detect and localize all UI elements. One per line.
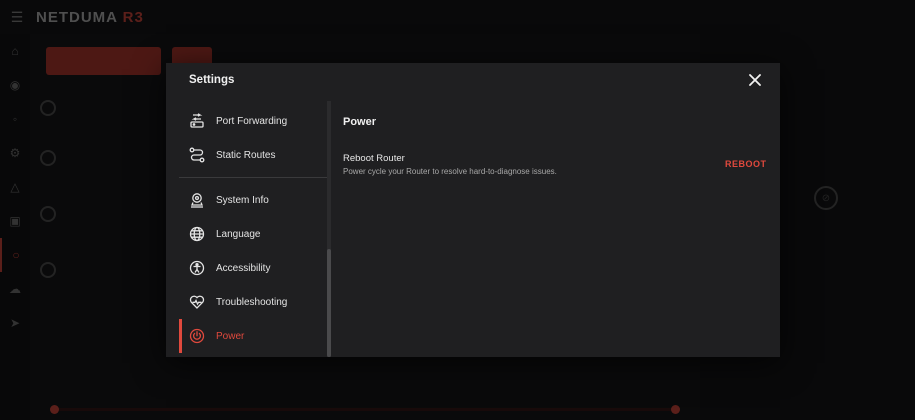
accessibility-icon <box>188 259 206 277</box>
menu-scrollbar[interactable] <box>327 101 331 357</box>
reboot-button[interactable]: REBOOT <box>725 159 767 169</box>
menu-item-label: Troubleshooting <box>216 296 288 308</box>
menu-item-accessibility[interactable]: Accessibility <box>179 251 329 285</box>
static-routes-icon <box>188 146 206 164</box>
dialog-title: Settings <box>189 74 235 86</box>
menu-item-label: Power <box>216 330 245 342</box>
heart-pulse-icon <box>188 293 206 311</box>
system-info-icon <box>188 191 206 209</box>
close-icon <box>749 74 761 86</box>
port-forwarding-icon <box>188 112 206 130</box>
section-title: Power <box>343 116 377 128</box>
menu-item-system-info[interactable]: System Info <box>179 183 329 217</box>
menu-item-port-forwarding[interactable]: Port Forwarding <box>179 104 329 138</box>
settings-dialog: Settings Port Forwarding Static Routes S… <box>166 63 780 357</box>
close-button[interactable] <box>746 71 764 89</box>
menu-item-label: Accessibility <box>216 262 271 274</box>
menu-item-troubleshooting[interactable]: Troubleshooting <box>179 285 329 319</box>
menu-item-label: Language <box>216 228 261 240</box>
menu-item-label: System Info <box>216 194 269 206</box>
settings-menu: Port Forwarding Static Routes System Inf… <box>179 101 329 357</box>
reboot-option-title: Reboot Router <box>343 153 405 164</box>
reboot-option-description: Power cycle your Router to resolve hard-… <box>343 167 557 176</box>
globe-icon <box>188 225 206 243</box>
menu-divider <box>179 177 329 178</box>
menu-scrollbar-thumb[interactable] <box>327 249 331 357</box>
menu-item-label: Port Forwarding <box>216 115 288 127</box>
menu-item-power[interactable]: Power <box>179 319 329 353</box>
menu-item-static-routes[interactable]: Static Routes <box>179 138 329 172</box>
menu-item-language[interactable]: Language <box>179 217 329 251</box>
power-icon <box>188 327 206 345</box>
menu-item-label: Static Routes <box>216 149 276 161</box>
